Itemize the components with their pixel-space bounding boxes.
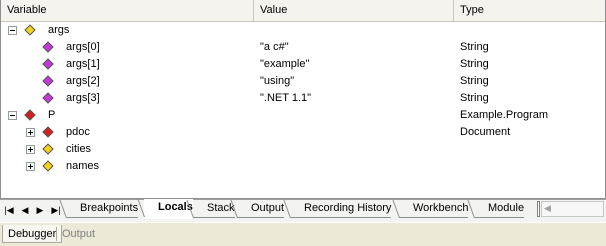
variable-type: Example.Program (460, 109, 549, 121)
locals-grid: Variable Value Type args args[0] "a c#" … (0, 0, 606, 199)
red-diamond-icon (24, 109, 36, 121)
purple-diamond-icon (42, 75, 54, 87)
tool-tab-strip: |◀ ◀ ▶ ▶| Breakpoints Locals Stack Outpu… (0, 199, 606, 222)
tab-workbench[interactable]: Workbench (399, 200, 469, 218)
table-row[interactable]: cities (1, 141, 605, 158)
tab-strip-splitter[interactable] (537, 201, 540, 217)
purple-diamond-icon (42, 92, 54, 104)
variable-name: args[2] (66, 75, 100, 87)
debugger-window: Variable Value Type args args[0] "a c#" … (0, 0, 606, 246)
yellow-diamond-icon (24, 24, 36, 36)
variable-name: args[3] (66, 92, 100, 104)
horizontal-scrollbar[interactable]: ◀ (541, 201, 604, 217)
tab-output-window[interactable]: Output (57, 225, 100, 243)
expand-icon[interactable] (26, 162, 35, 171)
purple-diamond-icon (42, 41, 54, 53)
collapse-icon[interactable] (8, 111, 17, 120)
column-header-variable[interactable]: Variable (1, 0, 254, 21)
table-row[interactable]: names (1, 158, 605, 175)
table-row[interactable]: args[1] "example" String (1, 56, 605, 73)
table-row[interactable]: pdoc Document (1, 124, 605, 141)
column-header-value[interactable]: Value (254, 0, 454, 21)
tab-output[interactable]: Output (237, 200, 285, 218)
variable-name: P (48, 109, 56, 121)
window-tab-strip: Debugger Output (0, 222, 606, 246)
tab-module[interactable]: Module (474, 200, 525, 218)
variable-value: "example" (260, 58, 310, 70)
variable-type: String (460, 58, 489, 70)
yellow-diamond-icon (42, 160, 54, 172)
collapse-icon[interactable] (8, 26, 17, 35)
variable-type: Document (460, 126, 511, 138)
variable-name: pdoc (66, 126, 90, 138)
tab-locals[interactable]: Locals (144, 199, 193, 219)
yellow-diamond-icon (42, 143, 54, 155)
expand-icon[interactable] (26, 128, 35, 137)
table-row[interactable]: args[0] "a c#" String (1, 39, 605, 56)
last-tab-icon[interactable]: ▶| (50, 203, 62, 217)
table-row[interactable]: args[3] ".NET 1.1" String (1, 90, 605, 107)
grid-header: Variable Value Type (1, 0, 605, 22)
variable-value: "a c#" (260, 41, 289, 53)
scroll-left-icon[interactable]: ◀ (544, 203, 551, 214)
table-row[interactable]: args[2] "using" String (1, 73, 605, 90)
variable-name: cities (66, 143, 92, 155)
previous-tab-icon[interactable]: ◀ (19, 203, 31, 217)
variable-type: String (460, 75, 489, 87)
variable-name: args (48, 24, 70, 36)
variable-type: String (460, 92, 489, 104)
column-header-type[interactable]: Type (454, 0, 605, 21)
tab-breakpoints[interactable]: Breakpoints (66, 200, 139, 218)
variable-name: names (66, 160, 100, 172)
table-row[interactable]: args (1, 22, 605, 39)
next-tab-icon[interactable]: ▶ (34, 203, 46, 217)
red-diamond-icon (42, 126, 54, 138)
expand-icon[interactable] (26, 145, 35, 154)
variable-name: args[0] (66, 41, 100, 53)
variable-type: String (460, 41, 489, 53)
variable-value: "using" (260, 75, 295, 87)
variable-value: ".NET 1.1" (260, 92, 312, 104)
variable-name: args[1] (66, 58, 100, 70)
purple-diamond-icon (42, 58, 54, 70)
tab-recording-history[interactable]: Recording History (290, 200, 392, 218)
tab-stack[interactable]: Stack (193, 200, 235, 218)
table-row[interactable]: P Example.Program (1, 107, 605, 124)
first-tab-icon[interactable]: |◀ (3, 203, 15, 217)
tab-debugger[interactable]: Debugger (2, 225, 63, 243)
